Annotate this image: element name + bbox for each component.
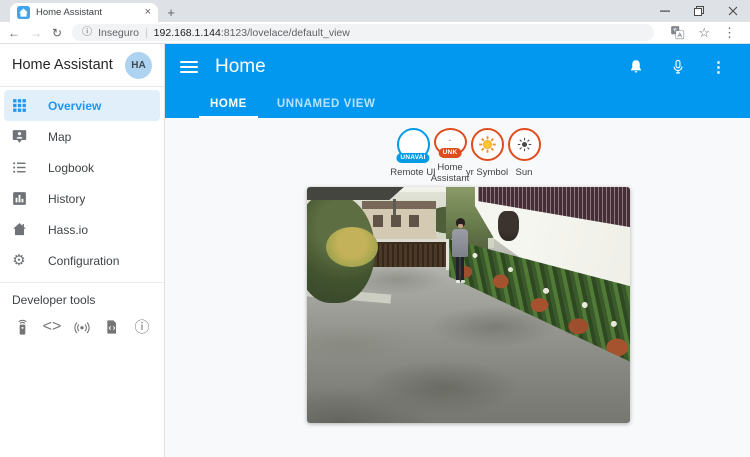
home-assistant-favicon-icon [17, 6, 30, 19]
badge-status-pill: UNAVAI [396, 153, 429, 164]
app-toolbar: Home ⋮ [165, 44, 750, 90]
photo-person-walking [449, 218, 471, 300]
sun-above-horizon-icon [516, 136, 533, 153]
developer-tools-row: <> ⓘ [0, 311, 164, 339]
badge-circle [471, 128, 504, 161]
url-host: 192.168.1.144 [154, 27, 221, 39]
file-code-icon[interactable] [100, 315, 124, 339]
badge-sun[interactable]: Sun [506, 128, 543, 185]
new-tab-button[interactable]: + [158, 3, 184, 22]
badge-circle: - UNK [434, 128, 467, 156]
chart-box-icon [10, 190, 28, 208]
address-bar[interactable]: ⓘ Inseguro | 192.168.1.144:8123/lovelace… [72, 24, 654, 41]
sidebar-menu: Overview Map Logbook History Hass.io ⚙ C… [0, 87, 164, 276]
sidebar-title: Home Assistant [12, 57, 125, 73]
camera-feed-image [307, 187, 630, 423]
microphone-icon[interactable] [669, 58, 687, 76]
home-assistant-house-icon [10, 221, 28, 239]
photo-awning [307, 187, 404, 200]
home-assistant-app: Home Assistant HA Overview Map Logbook H… [0, 44, 750, 457]
sidebar-item-history[interactable]: History [4, 183, 160, 214]
sidebar-item-label: Configuration [48, 254, 119, 268]
sidebar-item-logbook[interactable]: Logbook [4, 152, 160, 183]
sidebar-item-configuration[interactable]: ⚙ Configuration [4, 245, 160, 276]
tab-close-icon[interactable]: × [145, 7, 151, 18]
toolbar-actions: ☆ ⋮ [664, 25, 742, 40]
sidebar-item-overview[interactable]: Overview [4, 90, 160, 121]
badges-row: UNAVAI Remote UI - UNK Home Assistant yr… [165, 128, 750, 185]
overflow-menu-icon[interactable]: ⋮ [711, 60, 726, 75]
window-minimize-button[interactable] [648, 0, 682, 22]
remote-icon[interactable] [10, 315, 34, 339]
address-separator: | [145, 27, 148, 39]
badge-circle: UNAVAI [397, 128, 430, 161]
sun-weather-icon [477, 134, 498, 155]
gear-icon: ⚙ [10, 252, 28, 270]
info-icon[interactable]: ⓘ [130, 315, 154, 339]
url-path: :8123/lovelace/default_view [221, 27, 350, 39]
window-controls [648, 0, 750, 22]
broadcast-icon[interactable] [70, 315, 94, 339]
sidebar-item-hassio[interactable]: Hass.io [4, 214, 160, 245]
badge-label: Sun [495, 168, 553, 179]
sidebar-item-label: Map [48, 130, 71, 144]
code-tags-icon[interactable]: <> [40, 315, 64, 339]
badge-circle [508, 128, 541, 161]
page-title: Home [215, 56, 627, 78]
browser-tab-strip: Home Assistant × + [0, 0, 750, 22]
appbar-actions: ⋮ [627, 58, 726, 76]
sidebar-item-label: History [48, 192, 85, 206]
browser-menu-icon[interactable]: ⋮ [723, 26, 736, 39]
forward-icon[interactable]: → [30, 27, 42, 39]
view-dashboard-icon [10, 97, 28, 115]
window-close-button[interactable] [716, 0, 750, 22]
tab-unnamed-view[interactable]: UNNAMED VIEW [262, 90, 391, 118]
photo-yellow-bush [326, 227, 378, 267]
developer-tools-label: Developer tools [0, 283, 164, 311]
view-tabs: HOME UNNAMED VIEW [165, 90, 750, 118]
notifications-bell-icon[interactable] [627, 58, 645, 76]
photo-person-coat [452, 229, 468, 257]
back-icon[interactable]: ← [8, 27, 20, 39]
main-content: Home ⋮ HOME UNNAMED VIEW UNAVAI Remote U… [165, 44, 750, 457]
photo-awning-pole [393, 199, 396, 216]
badge-value: - [449, 135, 452, 145]
sidebar-header: Home Assistant HA [0, 44, 164, 87]
camera-card[interactable] [307, 187, 630, 423]
map-marker-account-icon [10, 128, 28, 146]
user-avatar[interactable]: HA [125, 52, 152, 79]
sidebar-item-label: Logbook [48, 161, 94, 175]
window-restore-button[interactable] [682, 0, 716, 22]
url-text: 192.168.1.144:8123/lovelace/default_view [154, 27, 350, 39]
photo-wall-planter [498, 211, 519, 242]
reload-icon[interactable]: ↻ [52, 27, 62, 39]
badge-status-pill: UNK [439, 148, 462, 159]
tab-title: Home Assistant [36, 7, 139, 18]
photo-person-face [458, 224, 463, 228]
translate-icon[interactable] [670, 25, 685, 40]
browser-tab[interactable]: Home Assistant × [10, 3, 158, 22]
photo-person-legs [456, 257, 464, 280]
menu-hamburger-icon[interactable] [180, 61, 198, 73]
bookmark-star-icon[interactable]: ☆ [698, 26, 710, 39]
sidebar-item-label: Hass.io [48, 223, 88, 237]
browser-toolbar: ← → ↻ ⓘ Inseguro | 192.168.1.144:8123/lo… [0, 22, 750, 44]
sidebar-item-map[interactable]: Map [4, 121, 160, 152]
security-label: Inseguro [98, 27, 139, 39]
sidebar: Home Assistant HA Overview Map Logbook H… [0, 44, 165, 457]
photo-person-shoes [456, 280, 460, 283]
tab-home[interactable]: HOME [195, 90, 262, 118]
list-bulleted-icon [10, 159, 28, 177]
page-info-icon[interactable]: ⓘ [82, 28, 92, 38]
sidebar-item-label: Overview [48, 99, 101, 113]
lovelace-view: UNAVAI Remote UI - UNK Home Assistant yr… [165, 118, 750, 457]
